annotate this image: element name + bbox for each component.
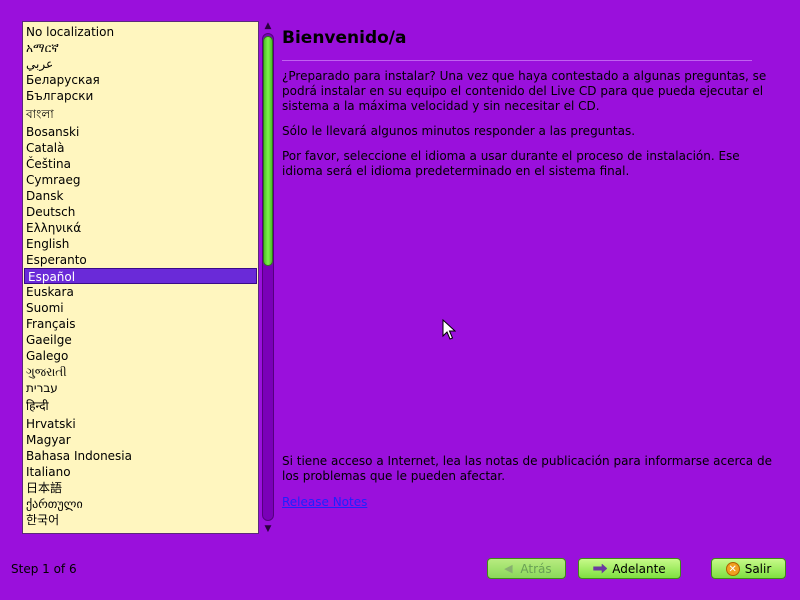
language-option[interactable]: عربي <box>23 56 258 72</box>
language-option[interactable]: Čeština <box>23 156 258 172</box>
scroll-down-arrow-icon[interactable]: ▼ <box>262 524 274 534</box>
mouse-pointer-icon <box>442 319 456 340</box>
back-arrow-icon: ◀ <box>504 561 513 575</box>
language-option[interactable]: Magyar <box>23 432 258 448</box>
language-option[interactable]: Dansk <box>23 188 258 204</box>
language-option[interactable]: Italiano <box>23 464 258 480</box>
language-option[interactable]: ქართული <box>23 496 258 512</box>
language-option[interactable]: हिन्दी <box>23 396 258 416</box>
language-option[interactable]: No localization <box>23 24 258 40</box>
welcome-content: Bienvenido/a ¿Preparado para instalar? U… <box>282 28 782 179</box>
scroll-thumb[interactable] <box>263 36 273 266</box>
language-option[interactable]: Deutsch <box>23 204 258 220</box>
language-option[interactable]: Cymraeg <box>23 172 258 188</box>
language-option[interactable]: ગુજરાતી <box>23 364 258 380</box>
language-option[interactable]: Bosanski <box>23 124 258 140</box>
forward-button-label: Adelante <box>612 561 666 576</box>
language-option[interactable]: አማርኛ <box>23 40 258 56</box>
language-option[interactable]: বাংলা <box>23 104 258 124</box>
step-indicator: Step 1 of 6 <box>11 562 77 576</box>
language-option[interactable]: 한국어 <box>23 512 258 528</box>
title-divider <box>282 60 752 61</box>
language-option[interactable]: English <box>23 236 258 252</box>
language-list[interactable]: No localization አማርኛ عربي Беларуская Българс… <box>23 22 258 528</box>
scroll-track[interactable] <box>262 33 274 521</box>
language-option[interactable]: Suomi <box>23 300 258 316</box>
language-option[interactable]: Bahasa Indonesia <box>23 448 258 464</box>
quit-icon: ✕ <box>725 561 740 576</box>
language-option[interactable]: Français <box>23 316 258 332</box>
scroll-up-arrow-icon[interactable]: ▲ <box>262 21 274 31</box>
language-option[interactable]: Hrvatski <box>23 416 258 432</box>
language-option[interactable]: Беларуская <box>23 72 258 88</box>
language-option[interactable]: עברית <box>23 380 258 396</box>
language-list-panel[interactable]: No localization አማርኛ عربي Беларуская Българс… <box>22 21 259 534</box>
language-option[interactable]: Български <box>23 88 258 104</box>
quit-button-label: Salir <box>744 561 772 576</box>
language-option[interactable]: Gaeilge <box>23 332 258 348</box>
page-title: Bienvenido/a <box>282 28 407 48</box>
release-notes-text: Si tiene acceso a Internet, lea las nota… <box>282 454 772 483</box>
forward-button[interactable]: Adelante <box>578 558 681 579</box>
language-option[interactable]: Ελληνικά <box>23 220 258 236</box>
back-button-label: Atrás <box>520 561 552 576</box>
language-option[interactable]: Català <box>23 140 258 156</box>
language-option[interactable]: Euskara <box>23 284 258 300</box>
back-button[interactable]: ◀ Atrás <box>487 558 566 579</box>
intro-paragraph: ¿Preparado para instalar? Una vez que ha… <box>282 69 767 113</box>
language-list-scrollbar[interactable]: ▲ ▼ <box>262 21 274 534</box>
language-option[interactable]: Español <box>24 268 257 284</box>
release-notes-link[interactable]: Release Notes <box>282 495 367 509</box>
language-instructions-paragraph: Por favor, seleccione el idioma a usar d… <box>282 149 740 178</box>
time-paragraph: Sólo le llevará algunos minutos responde… <box>282 124 636 138</box>
language-option[interactable]: Esperanto <box>23 252 258 268</box>
quit-button[interactable]: ✕ Salir <box>711 558 786 579</box>
forward-arrow-icon <box>593 563 608 574</box>
language-option[interactable]: 日本語 <box>23 480 258 496</box>
language-option[interactable]: Galego <box>23 348 258 364</box>
